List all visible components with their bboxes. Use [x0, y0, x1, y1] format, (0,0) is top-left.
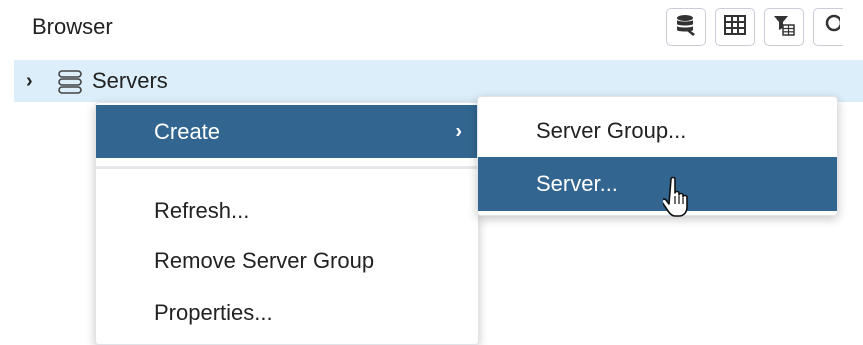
context-menu: Create › Refresh... Remove Server Group …	[95, 102, 479, 345]
menu-item-label: Refresh...	[154, 198, 250, 223]
menu-item-label: Create	[154, 118, 221, 144]
menu-item-remove-server-group[interactable]: Remove Server Group	[96, 239, 478, 283]
view-data-button[interactable]	[715, 8, 755, 46]
submenu-item-server-group[interactable]: Server Group...	[478, 105, 837, 157]
menu-item-properties[interactable]: Properties...	[96, 291, 478, 335]
filter-rows-button[interactable]	[764, 8, 804, 46]
menu-item-refresh[interactable]: Refresh...	[96, 189, 478, 233]
filter-table-icon	[773, 14, 795, 41]
browser-panel: Browser › Servers Create › Refresh... Re…	[0, 0, 863, 345]
chevron-right-icon[interactable]: ›	[26, 70, 33, 93]
chevron-right-icon: ›	[455, 120, 462, 142]
table-grid-icon	[724, 14, 746, 40]
database-query-icon	[674, 13, 698, 42]
server-stack-icon	[57, 69, 83, 100]
submenu-item-server[interactable]: Server...	[478, 157, 837, 211]
search-icon	[818, 14, 842, 41]
browser-toolbar	[666, 8, 843, 46]
menu-item-label: Properties...	[154, 300, 273, 325]
menu-item-create[interactable]: Create ›	[96, 105, 478, 158]
menu-item-label: Server...	[536, 171, 618, 196]
menu-item-label: Server Group...	[536, 118, 687, 143]
create-submenu: Server Group... Server...	[477, 96, 838, 216]
menu-item-label: Remove Server Group	[154, 248, 375, 273]
menu-divider	[96, 166, 478, 169]
search-objects-button[interactable]	[813, 8, 843, 46]
query-tool-button[interactable]	[666, 8, 706, 46]
panel-title: Browser	[32, 14, 113, 39]
hand-pointer-icon	[661, 176, 693, 223]
tree-node-label: Servers	[92, 68, 168, 93]
